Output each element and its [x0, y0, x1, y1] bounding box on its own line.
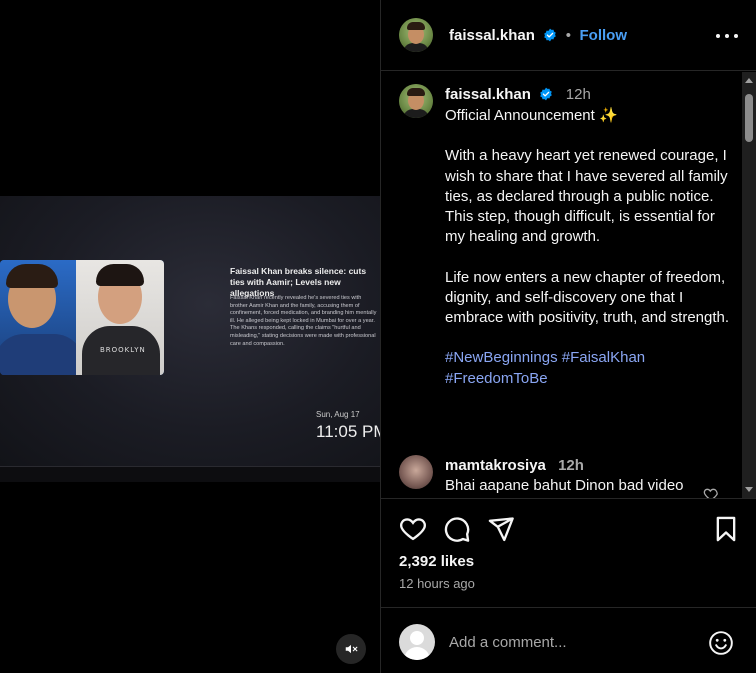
- comments-scroll-area[interactable]: faissal.khan 12h Official Announcement ✨…: [381, 72, 756, 498]
- post-timestamp[interactable]: 12 hours ago: [399, 576, 475, 591]
- mute-button[interactable]: [336, 634, 366, 664]
- scroll-up-arrow-icon[interactable]: [745, 78, 753, 83]
- tv-date: Sun, Aug 17: [316, 410, 360, 419]
- emoji-icon[interactable]: [708, 630, 734, 656]
- comment-time[interactable]: 12h: [558, 457, 584, 474]
- news-photo: BROOKLYN: [0, 260, 164, 375]
- post-sidebar: faissal.khan • Follow faissal.khan 12h O…: [381, 0, 756, 673]
- follow-button[interactable]: Follow: [580, 27, 628, 44]
- comment-text: Bhai aapane bahut Dinon bad video: [445, 477, 684, 494]
- news-photo-person-right: BROOKLYN: [76, 260, 164, 375]
- news-body: Faissal Khan recently revealed he's seve…: [230, 295, 377, 347]
- verified-badge-icon: [544, 28, 557, 42]
- add-comment-bar: [381, 608, 756, 673]
- verified-badge-icon: [540, 87, 553, 101]
- caption-paragraph: With a heavy heart yet renewed courage, …: [445, 147, 728, 246]
- author-avatar[interactable]: [399, 18, 433, 52]
- hashtag-link[interactable]: #NewBeginnings: [445, 349, 558, 366]
- caption-author-avatar[interactable]: [399, 84, 433, 118]
- scroll-thumb[interactable]: [745, 94, 753, 142]
- save-bookmark-icon[interactable]: [712, 515, 740, 543]
- tv-bezel: [0, 466, 380, 482]
- current-user-avatar: [399, 624, 435, 660]
- caption-title: Official Announcement ✨: [445, 107, 618, 124]
- header-separator: •: [565, 27, 572, 44]
- tv-screen: BROOKLYN Faissal Khan breaks silence: cu…: [0, 196, 380, 466]
- post-image: BROOKLYN Faissal Khan breaks silence: cu…: [0, 196, 380, 482]
- more-options-button[interactable]: [716, 26, 738, 46]
- caption-text: Official Announcement ✨ With a heavy hea…: [445, 106, 735, 389]
- tv-time: 11:05 PM: [316, 422, 380, 441]
- caption-username[interactable]: faissal.khan: [445, 86, 531, 103]
- comment-username[interactable]: mamtakrosiya: [445, 457, 546, 474]
- caption-paragraph: Life now enters a new chapter of freedom…: [445, 268, 730, 326]
- likes-count[interactable]: 2,392 likes: [399, 553, 474, 570]
- hashtag-link[interactable]: #FreedomToBe: [445, 370, 548, 387]
- comment-input[interactable]: [449, 630, 689, 654]
- post-actions: 2,392 likes 12 hours ago: [381, 499, 756, 603]
- caption-time[interactable]: 12h: [566, 86, 591, 103]
- post-header: faissal.khan • Follow: [381, 0, 756, 71]
- comment-like-heart-icon[interactable]: [703, 486, 719, 498]
- hashtag-link[interactable]: #FaisalKhan: [562, 349, 645, 366]
- commenter-avatar[interactable]: [399, 455, 433, 489]
- scroll-down-arrow-icon[interactable]: [745, 487, 753, 492]
- more-dots-icon: [716, 34, 720, 38]
- author-username[interactable]: faissal.khan: [449, 27, 535, 44]
- scrollbar[interactable]: [742, 72, 756, 498]
- share-paper-plane-icon[interactable]: [487, 515, 515, 543]
- shirt-print: BROOKLYN: [100, 346, 146, 354]
- like-heart-icon[interactable]: [399, 515, 427, 543]
- muted-speaker-icon: [345, 644, 358, 654]
- news-photo-person-left: [0, 260, 84, 375]
- post-media[interactable]: BROOKLYN Faissal Khan breaks silence: cu…: [0, 0, 380, 673]
- comment-bubble-icon[interactable]: [443, 515, 471, 543]
